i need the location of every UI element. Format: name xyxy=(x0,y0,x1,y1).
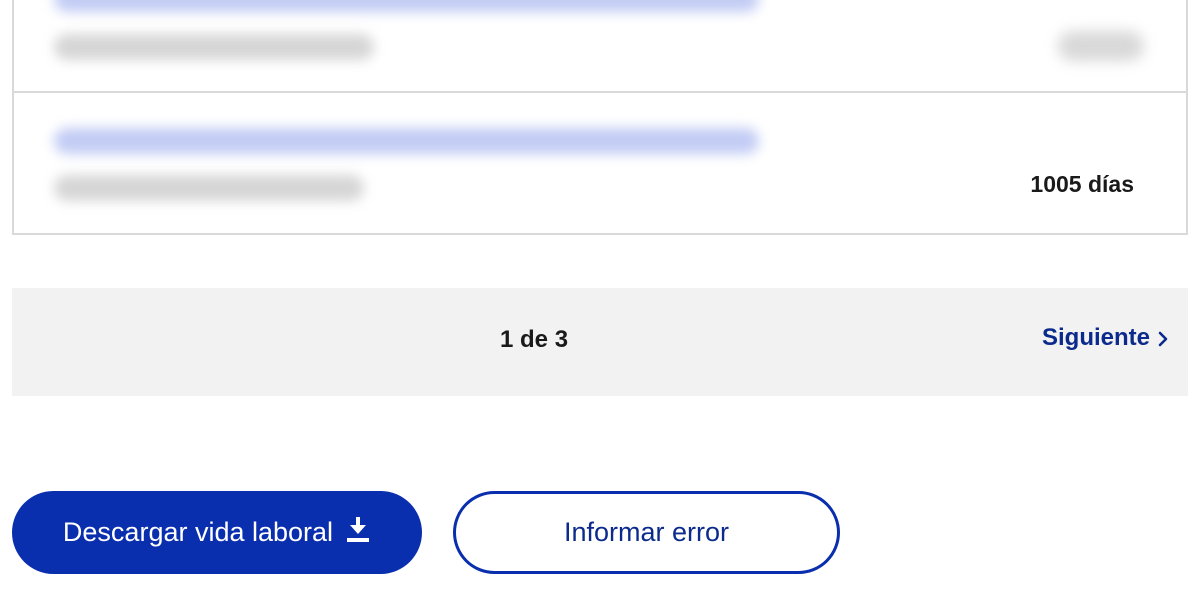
company-name-redacted xyxy=(54,0,759,12)
employment-dates-redacted xyxy=(54,34,374,60)
employment-list: 1005 días xyxy=(12,0,1188,235)
employment-row[interactable] xyxy=(14,0,1186,93)
chevron-right-icon xyxy=(1158,331,1168,347)
download-icon xyxy=(345,515,371,550)
report-error-button[interactable]: Informar error xyxy=(453,491,840,574)
next-page-label: Siguiente xyxy=(1041,324,1150,351)
company-name-redacted xyxy=(54,128,759,154)
employment-days-redacted xyxy=(1058,31,1144,61)
next-page-link[interactable]: Siguiente xyxy=(1042,324,1168,352)
employment-row[interactable]: 1005 días xyxy=(14,93,1186,233)
page-indicator: 1 de 3 xyxy=(500,326,569,353)
page: 1005 días 1 de 3 Siguiente Descargar vid… xyxy=(0,0,1200,610)
employment-days: 1005 días xyxy=(1030,171,1134,197)
download-button-label: Descargar vida laboral xyxy=(62,517,334,547)
employment-dates-redacted xyxy=(54,175,364,201)
download-work-history-button[interactable]: Descargar vida laboral xyxy=(12,491,422,574)
report-error-label: Informar error xyxy=(563,517,730,547)
pagination-bar: 1 de 3 Siguiente xyxy=(12,288,1188,396)
